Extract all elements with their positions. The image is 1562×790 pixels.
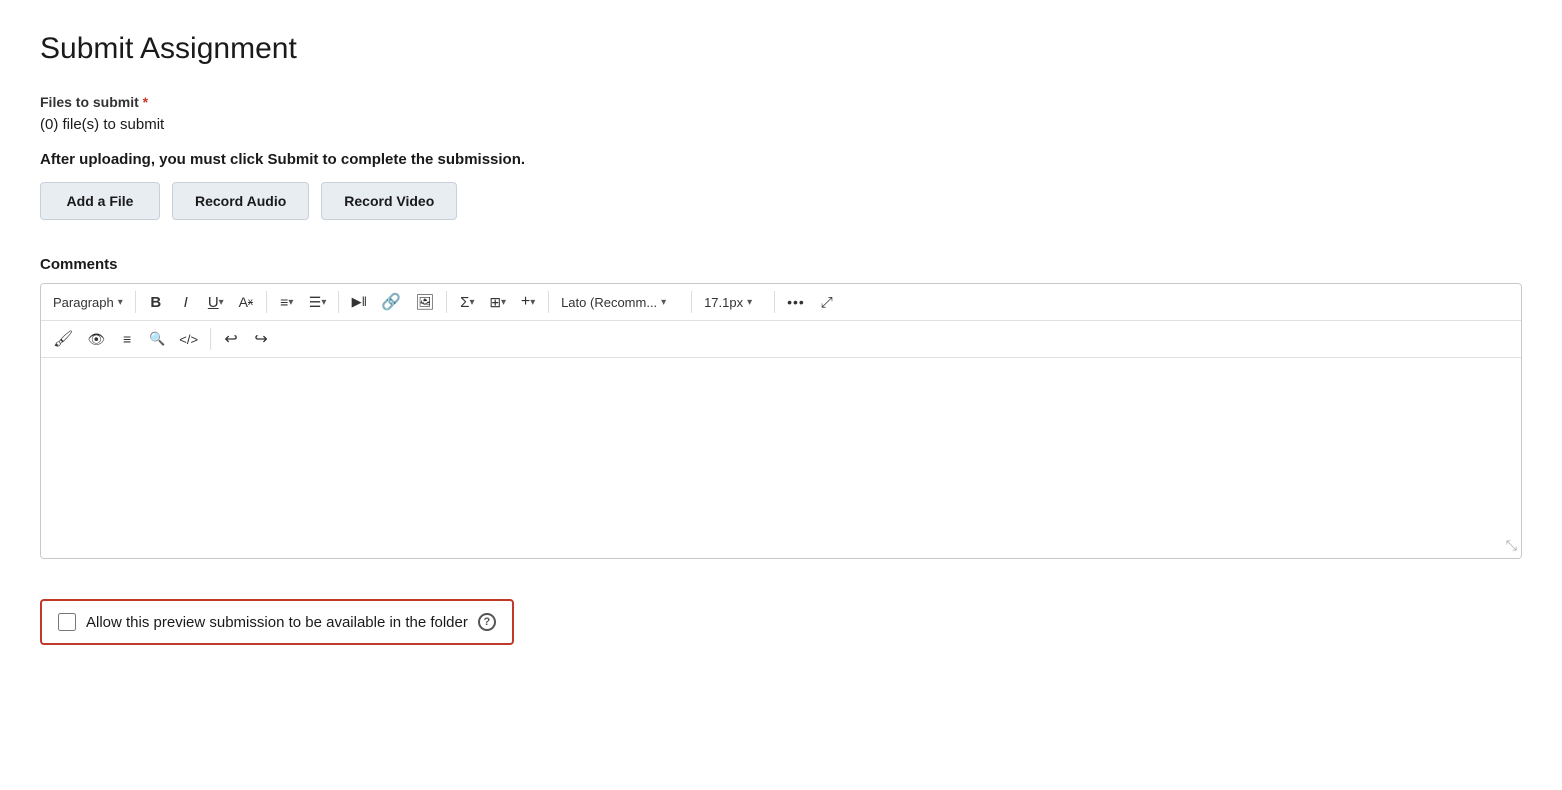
undo-button[interactable]: ↩ [217, 325, 245, 353]
add-file-button[interactable]: Add a File [40, 182, 160, 220]
bold-button[interactable]: B [142, 288, 170, 316]
table-select[interactable]: ⊞ ▾ [483, 288, 512, 316]
italic-button[interactable]: I [172, 288, 200, 316]
action-buttons: Add a File Record Audio Record Video [40, 182, 1522, 220]
separator-7 [774, 291, 775, 313]
record-video-button[interactable]: Record Video [321, 182, 457, 220]
preview-checkbox[interactable] [58, 613, 76, 631]
equation-select[interactable]: Σ ▾ [453, 288, 481, 316]
paragraph-style-select[interactable]: Paragraph ▾ [47, 288, 129, 316]
separator-6 [691, 291, 692, 313]
fullscreen-button[interactable]: ⤢ [813, 288, 841, 316]
separator-4 [446, 291, 447, 313]
separator-3 [338, 291, 339, 313]
comments-label: Comments [40, 256, 1522, 273]
sigma-icon: Σ [460, 294, 469, 311]
files-count: (0) file(s) to submit [40, 116, 1522, 133]
list-select[interactable]: ☰ ▾ [303, 288, 333, 316]
more-options-button[interactable]: ••• [781, 288, 811, 316]
align-chevron-icon: ▾ [288, 297, 293, 308]
plus-icon: + [521, 293, 530, 311]
underline-chevron-icon: ▾ [219, 297, 224, 308]
page-container: Submit Assignment Files to submit * (0) … [0, 0, 1562, 685]
paragraph-chevron-icon: ▾ [118, 297, 123, 308]
page-title: Submit Assignment [40, 32, 1522, 66]
separator-8 [210, 328, 211, 350]
code-view-button[interactable]: </> [173, 325, 204, 353]
upload-notice: After uploading, you must click Submit t… [40, 151, 1522, 168]
font-size-select[interactable]: 17.1px ▾ [698, 288, 768, 316]
toolbar-row-1: Paragraph ▾ B I U ▾ Ax ≡ ▾ ☰ [41, 284, 1521, 321]
align-select[interactable]: ≡ ▾ [273, 288, 301, 316]
help-icon[interactable]: ? [478, 613, 496, 631]
sigma-chevron-icon: ▾ [469, 297, 474, 308]
insert-chevron-icon: ▾ [530, 297, 535, 308]
required-star: * [139, 94, 148, 110]
list-icon: ☰ [309, 294, 322, 311]
preview-checkbox-section: Allow this preview submission to be avai… [40, 599, 514, 645]
font-chevron-icon: ▾ [661, 297, 666, 308]
list-chevron-icon: ▾ [321, 297, 326, 308]
editor-content-area[interactable]: ⤡ [41, 358, 1521, 558]
insert-select[interactable]: + ▾ [514, 288, 542, 316]
comments-editor: Paragraph ▾ B I U ▾ Ax ≡ ▾ ☰ [40, 283, 1522, 559]
format-painter-button[interactable]: 🖌 [47, 325, 79, 353]
strikethrough-button[interactable]: Ax [232, 288, 260, 316]
list-indent-button[interactable]: ≡ [113, 325, 141, 353]
table-icon: ⊞ [489, 294, 501, 311]
preview-checkbox-label: Allow this preview submission to be avai… [86, 614, 468, 631]
separator-2 [266, 291, 267, 313]
find-replace-button[interactable]: 🔍 [143, 325, 171, 353]
separator-5 [548, 291, 549, 313]
table-chevron-icon: ▾ [501, 297, 506, 308]
files-label: Files to submit * [40, 94, 1522, 110]
resize-handle: ⤡ [1506, 537, 1517, 554]
media-embed-button[interactable]: ▶‖ [345, 288, 373, 316]
record-audio-button[interactable]: Record Audio [172, 182, 309, 220]
link-button[interactable]: 🔗 [375, 288, 407, 316]
underline-button[interactable]: U ▾ [202, 288, 230, 316]
redo-button[interactable]: ↪ [247, 325, 275, 353]
accessibility-button[interactable]: 👁 [81, 325, 111, 353]
font-size-chevron-icon: ▾ [747, 297, 752, 308]
toolbar-row-2: 🖌 👁 ≡ 🔍 </> ↩ ↪ [41, 321, 1521, 358]
separator-1 [135, 291, 136, 313]
align-icon: ≡ [280, 294, 288, 310]
font-family-select[interactable]: Lato (Recomm... ▾ [555, 288, 685, 316]
image-button[interactable]: 🖼 [409, 288, 440, 316]
